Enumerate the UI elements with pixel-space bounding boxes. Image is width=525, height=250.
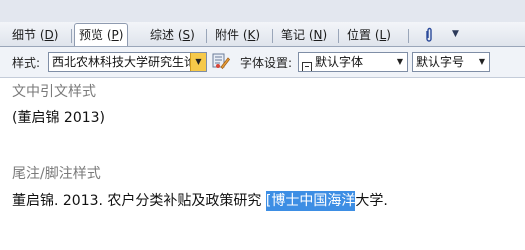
footnote-heading: 尾注/脚注样式 (12, 166, 101, 182)
tab-details-key: D (44, 28, 54, 42)
footnote-text-end: 大学. (355, 193, 388, 209)
chevron-down-icon[interactable]: ▼ (190, 53, 206, 71)
tab-summary-tail: ) (190, 28, 195, 42)
citation-style-value: 西北农林科技大学研究生论 (52, 55, 192, 69)
tab-location-text: 位置 ( (347, 28, 380, 42)
font-settings-label: 字体设置: (240, 56, 293, 70)
tab-attachments-tail: ) (255, 28, 261, 42)
paperclip-icon[interactable] (424, 27, 434, 43)
citation-heading: 文中引文样式 (12, 84, 96, 100)
tab-notes-tail: ) (322, 28, 328, 42)
font-size-select[interactable]: 默认字号 ▼ (412, 52, 490, 72)
citation-style-select[interactable]: 西北农林科技大学研究生论 ▼ (48, 52, 207, 72)
tab-preview[interactable]: 预览 (P) (74, 23, 129, 46)
tab-location[interactable]: 位置 (L) (343, 25, 395, 45)
font-select[interactable]: 默认字体 ▼ (298, 52, 408, 72)
style-label: 样式: (12, 56, 41, 70)
tab-preview-key: P (111, 28, 119, 42)
tab-notes[interactable]: 笔记 (N) (277, 25, 331, 45)
tab-details[interactable]: 细节 (D) (8, 25, 62, 45)
chevron-down-icon[interactable]: ▼ (475, 53, 489, 71)
citation-text: (董启锦 2013) (12, 110, 106, 126)
chevron-down-icon[interactable]: ▼ (452, 27, 462, 41)
preview-panel: 细节 (D) 预览 (P) 综述 (S) 附件 (K) 笔记 (N) 位置 (L… (0, 0, 525, 250)
font-value: 默认字体 (315, 55, 364, 69)
tab-separator (206, 29, 207, 43)
tab-separator (338, 29, 339, 43)
tab-details-tail: ) (53, 28, 59, 42)
tab-notes-text: 笔记 ( (281, 28, 314, 42)
footnote-text-main: 董启锦. 2013. 农户分类补贴及政策研究 (12, 193, 266, 209)
font-size-value: 默认字号 (416, 55, 465, 69)
top-strip (0, 0, 525, 23)
chevron-down-icon[interactable]: ▼ (393, 53, 407, 71)
tab-separator (71, 29, 72, 43)
tab-location-tail: ) (386, 28, 391, 42)
edit-style-icon[interactable] (212, 52, 230, 70)
footnote-text: 董启锦. 2013. 农户分类补贴及政策研究 [博士中国海洋大学. (12, 190, 388, 211)
tab-bar: 细节 (D) 预览 (P) 综述 (S) 附件 (K) 笔记 (N) 位置 (L… (0, 22, 525, 47)
tab-preview-tail: ) (118, 28, 124, 42)
tab-preview-text: 预览 ( (79, 28, 112, 42)
footnote-selection: [博士中国海洋 (265, 191, 356, 211)
tab-details-text: 细节 ( (12, 28, 45, 42)
tab-attachments-text: 附件 ( (215, 28, 248, 42)
citation-preview: 文中引文样式 (董启锦 2013) 尾注/脚注样式 董启锦. 2013. 农户分… (0, 78, 525, 250)
tab-summary-text: 综述 ( (150, 28, 183, 42)
tab-separator (408, 29, 409, 43)
tab-summary[interactable]: 综述 (S) (146, 25, 199, 45)
tab-attachments[interactable]: 附件 (K) (211, 25, 264, 45)
tab-separator (272, 29, 273, 43)
style-toolbar: 样式: 西北农林科技大学研究生论 ▼ 字体设置: 默认字体 ▼ 默认字号 ▼ (0, 47, 525, 78)
font-icon (302, 62, 312, 71)
tab-summary-key: S (182, 28, 191, 42)
